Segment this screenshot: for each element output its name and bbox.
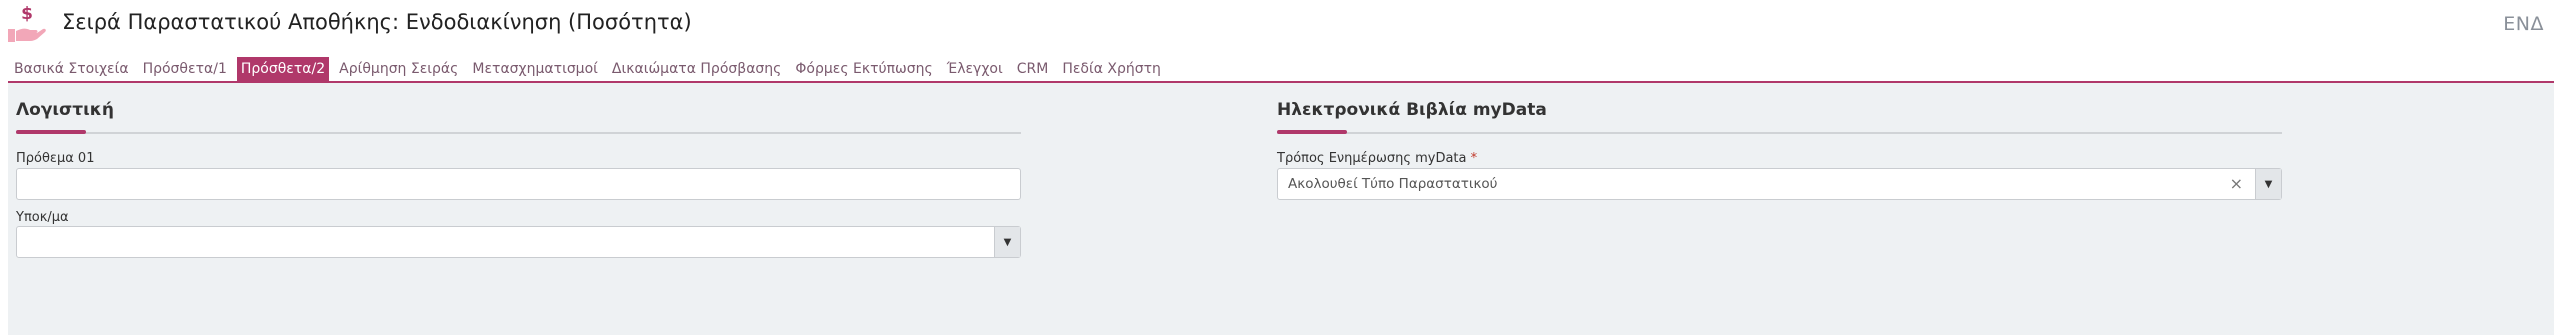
required-marker: * [1470, 151, 1478, 166]
chevron-down-icon[interactable]: ▼ [2255, 169, 2281, 199]
prothema-input[interactable] [16, 168, 1021, 200]
tab-transformations[interactable]: Μετασχηματισμοί [468, 57, 602, 81]
section-title-mydata: Ηλεκτρονικά Βιβλία myData [1277, 100, 1547, 120]
page-title: Σειρά Παραστατικού Αποθήκης: Ενδοδιακίνη… [62, 10, 692, 34]
mydata-update-mode-select[interactable]: Ακολουθεί Τύπο Παραστατικού × ▼ [1277, 168, 2282, 200]
section-divider [16, 132, 1021, 134]
tab-print-forms[interactable]: Φόρμες Εκτύπωσης [791, 57, 936, 81]
series-code: ΕΝΔ [2503, 13, 2544, 35]
section-title-accounting: Λογιστική [16, 100, 114, 120]
chevron-down-icon[interactable]: ▼ [994, 227, 1020, 257]
section-divider [1277, 132, 2282, 134]
prothema-label: Πρόθεμα 01 [16, 151, 95, 166]
section-accent [16, 130, 86, 134]
select-value: Ακολουθεί Τύπο Παραστατικού [1288, 176, 1498, 192]
svg-text:$: $ [21, 4, 33, 24]
mydata-update-mode-label: Τρόπος Ενημέρωσης myData * [1277, 151, 1477, 166]
tab-bar: Βασικά Στοιχεία Πρόσθετα/1 Πρόσθετα/2 Αρ… [10, 57, 1171, 81]
tab-access-rights[interactable]: Δικαιώματα Πρόσβασης [608, 57, 785, 81]
money-hand-icon: $ [6, 4, 48, 44]
tab-extra-1[interactable]: Πρόσθετα/1 [139, 57, 231, 81]
ypokma-select[interactable]: ▼ [16, 226, 1021, 258]
tab-basic-info[interactable]: Βασικά Στοιχεία [10, 57, 133, 81]
tab-checks[interactable]: Έλεγχοι [943, 57, 1007, 81]
clear-icon[interactable]: × [2230, 174, 2243, 193]
page-header: $ Σειρά Παραστατικού Αποθήκης: Ενδοδιακί… [0, 0, 2554, 52]
tab-extra-2[interactable]: Πρόσθετα/2 [236, 57, 330, 81]
tab-content-panel [8, 83, 2554, 335]
mydata-update-mode-label-text: Τρόπος Ενημέρωσης myData [1277, 151, 1467, 166]
tab-series-numbering[interactable]: Αρίθμηση Σειράς [335, 57, 462, 81]
tab-crm[interactable]: CRM [1013, 57, 1053, 81]
tab-user-fields[interactable]: Πεδία Χρήστη [1058, 57, 1165, 81]
section-accent [1277, 130, 1347, 134]
ypokma-label: Υποκ/μα [16, 210, 69, 225]
